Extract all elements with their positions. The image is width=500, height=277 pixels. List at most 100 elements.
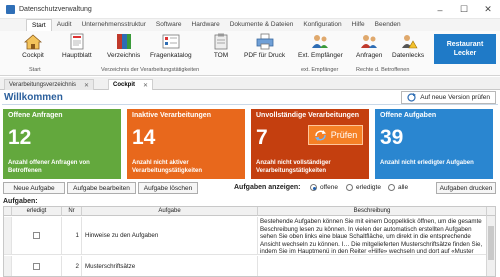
cell-description: Bestehende Aufgaben können Sie mit einem… xyxy=(260,218,483,254)
users-icon xyxy=(358,33,380,50)
document-icon xyxy=(66,33,88,50)
group-label-empfaenger: ext. Empfänger xyxy=(301,67,339,73)
tile-count: 7 xyxy=(256,126,268,149)
menu-unternehmensstruktur[interactable]: Unternehmensstruktur xyxy=(77,19,151,31)
house-icon xyxy=(22,33,44,50)
table-header: erledigt Nr Aufgabe Beschreibung xyxy=(4,207,495,216)
sync-icon xyxy=(314,129,326,141)
print-tasks-button[interactable]: Aufgaben drucken xyxy=(436,182,496,194)
page-title: Willkommen xyxy=(4,92,63,103)
menu-audit[interactable]: Audit xyxy=(52,19,77,31)
verzeichnis-button[interactable]: Verzeichnis xyxy=(107,33,140,59)
new-task-button[interactable]: Neue Aufgabe xyxy=(3,182,65,194)
vertical-scrollbar[interactable] xyxy=(486,216,495,276)
document-tabs: Verarbeitungsverzeichnis ✕ Cockpit ✕ xyxy=(0,77,500,90)
table-row[interactable]: 2 Musterschriftsätze xyxy=(4,256,487,276)
column-header-beschreibung[interactable]: Beschreibung xyxy=(258,207,487,216)
done-checkbox[interactable] xyxy=(33,263,40,270)
tile-count: 14 xyxy=(132,126,156,149)
tile-description: Anzahl nicht erledigter Aufgaben xyxy=(380,160,474,166)
row-selector[interactable] xyxy=(4,256,12,276)
title-bar: Datenschutzverwaltung – ☐ ✕ xyxy=(0,0,500,19)
cell-done[interactable] xyxy=(12,217,62,254)
menu-hilfe[interactable]: Hilfe xyxy=(347,19,370,31)
cell-nr: 2 xyxy=(62,256,82,276)
tile-header: Offene Anfragen xyxy=(8,112,63,119)
tile-header: Offene Aufgaben xyxy=(380,112,437,119)
column-header-erledigt[interactable]: erledigt xyxy=(12,207,62,216)
pruefen-button[interactable]: Prüfen xyxy=(308,125,363,145)
tile-open-requests[interactable]: Offene Anfragen 12 Anzahl offener Anfrag… xyxy=(3,109,121,179)
tab-cockpit[interactable]: Cockpit ✕ xyxy=(108,79,154,90)
catalog-icon xyxy=(160,33,182,50)
group-label-rechte: Rechte d. Betroffenen xyxy=(356,67,410,73)
tile-description: Anzahl offener Anfragen von Betroffenen xyxy=(8,160,90,174)
warning-icon xyxy=(397,33,419,50)
welcome-header: Willkommen Auf neue Version prüfen xyxy=(2,91,498,105)
column-header-nr[interactable]: Nr xyxy=(62,207,82,216)
menu-hardware[interactable]: Hardware xyxy=(187,19,225,31)
refresh-icon xyxy=(407,93,417,102)
cell-task: Hinweise zu den Aufgaben xyxy=(82,217,258,254)
app-icon xyxy=(6,4,15,14)
window-title: Datenschutzverwaltung xyxy=(19,5,92,13)
tile-header: Inaktive Verarbeitungen xyxy=(132,112,211,119)
group-label-start: Start xyxy=(29,67,41,73)
tile-open-tasks[interactable]: Offene Aufgaben 39 Anzahl nicht erledigt… xyxy=(375,109,493,179)
people-icon xyxy=(309,33,331,50)
check-update-button[interactable]: Auf neue Version prüfen xyxy=(401,91,496,104)
clipboard-icon xyxy=(210,33,232,50)
printer-icon xyxy=(254,33,276,50)
ribbon-toolbar: Cockpit Hauptblatt Verzeichnis Fragenkat… xyxy=(0,31,500,76)
done-checkbox[interactable] xyxy=(33,232,40,239)
radio-dot xyxy=(388,184,395,191)
menu-beenden[interactable]: Beenden xyxy=(370,19,406,31)
window-controls: – ☐ ✕ xyxy=(428,0,500,19)
filter-all-radio[interactable]: alle xyxy=(388,184,408,191)
filter-open-radio[interactable]: offene xyxy=(310,184,338,191)
tile-header: Unvollständige Verarbeitungen xyxy=(256,112,360,119)
tile-description: Anzahl nicht aktiver Verarbeitungstätigk… xyxy=(132,160,203,174)
cockpit-button[interactable]: Cockpit xyxy=(22,33,44,59)
menu-software[interactable]: Software xyxy=(151,19,187,31)
filter-done-radio[interactable]: erledigte xyxy=(346,184,381,191)
radio-dot xyxy=(346,184,353,191)
tile-description: Anzahl nicht vollständiger Verarbeitungs… xyxy=(256,160,331,174)
edit-task-button[interactable]: Aufgabe bearbeiten xyxy=(67,182,136,194)
fragenkatalog-button[interactable]: Fragenkatalog xyxy=(150,33,192,59)
close-button[interactable]: ✕ xyxy=(476,0,500,19)
hauptblatt-button[interactable]: Hauptblatt xyxy=(62,33,92,59)
group-label-verzeichnis: Verzeichnis der Verarbeitungstätigkeiten xyxy=(101,67,200,73)
row-selector[interactable] xyxy=(4,217,12,254)
row-selector-header xyxy=(4,207,12,216)
anfragen-button[interactable]: Anfragen xyxy=(356,33,382,59)
tasks-table: erledigt Nr Aufgabe Beschreibung 1 Hinwe… xyxy=(3,206,496,277)
ext-empfaenger-button[interactable]: Ext. Empfänger xyxy=(298,33,343,59)
column-header-aufgabe[interactable]: Aufgabe xyxy=(82,207,258,216)
minimize-button[interactable]: – xyxy=(428,0,452,19)
binder-icon xyxy=(113,33,135,50)
radio-dot xyxy=(310,184,317,191)
cell-nr: 1 xyxy=(62,217,82,254)
menu-start[interactable]: Start xyxy=(26,19,52,31)
restaurant-selector[interactable]: Restaurant Lecker xyxy=(434,34,496,64)
close-tab-icon[interactable]: ✕ xyxy=(84,82,89,89)
maximize-button[interactable]: ☐ xyxy=(452,0,476,19)
delete-task-button[interactable]: Aufgabe löschen xyxy=(138,182,198,194)
datenlecks-button[interactable]: Datenlecks xyxy=(392,33,424,59)
tab-verarbeitungsverzeichnis[interactable]: Verarbeitungsverzeichnis ✕ xyxy=(4,79,95,90)
menu-dokumente[interactable]: Dokumente & Dateien xyxy=(225,19,299,31)
pdf-druck-button[interactable]: PDF für Druck xyxy=(244,33,285,59)
tile-count: 39 xyxy=(380,126,404,149)
task-actions: Neue Aufgabe Aufgabe bearbeiten Aufgabe … xyxy=(0,182,500,195)
scrollbar-thumb[interactable] xyxy=(488,226,494,260)
close-tab-icon[interactable]: ✕ xyxy=(143,82,148,89)
tile-count: 12 xyxy=(8,126,32,149)
tile-incomplete-processing[interactable]: Unvollständige Verarbeitungen 7 Prüfen A… xyxy=(251,109,369,179)
main-menu: Start Audit Unternehmensstruktur Softwar… xyxy=(0,19,500,31)
tom-button[interactable]: TOM xyxy=(210,33,232,59)
tile-inactive-processing[interactable]: Inaktive Verarbeitungen 14 Anzahl nicht … xyxy=(127,109,245,179)
cell-done[interactable] xyxy=(12,256,62,276)
table-row[interactable]: 1 Hinweise zu den Aufgaben Bestehende Au… xyxy=(4,217,487,255)
menu-konfiguration[interactable]: Konfiguration xyxy=(298,19,346,31)
